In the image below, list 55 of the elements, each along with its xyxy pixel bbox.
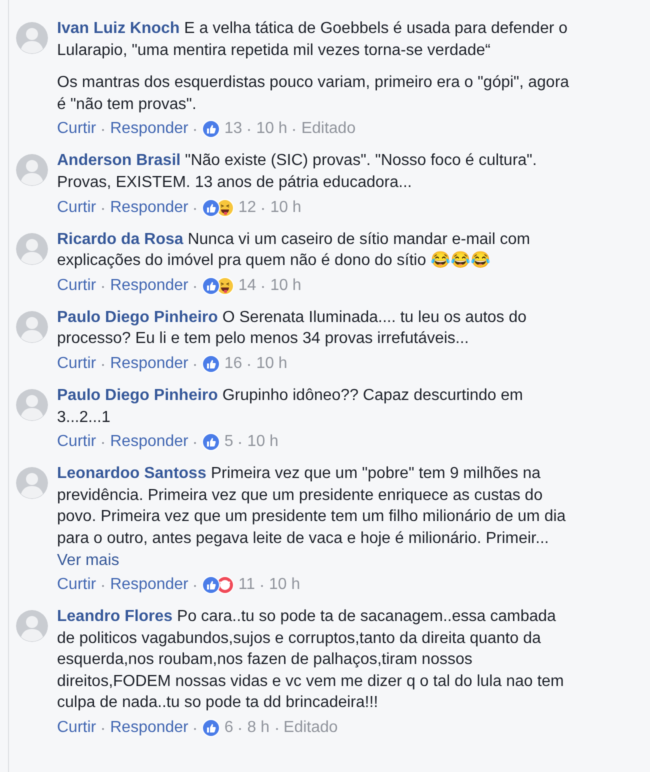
comment-text: Anderson Brasil "Não existe (SIC) provas". "Nosso foco é cultura". Provas, EXISTEM. 13 anos de pátria educadora... xyxy=(57,151,538,193)
action-link[interactable]: Curtir xyxy=(57,576,96,594)
action-link[interactable]: Responder xyxy=(110,120,188,138)
thumbs-up-icon[interactable] xyxy=(202,198,220,217)
reaction-count[interactable]: 12 xyxy=(238,198,256,217)
reaction-count[interactable]: 6 xyxy=(224,719,234,738)
comment-text: Os mantras dos esquerdistas pouco variam, primeiro era o "gópi", agora é "não tem provas". xyxy=(57,73,570,115)
author-link[interactable]: Paulo Diego Pinheiro xyxy=(57,386,218,404)
action-link[interactable]: Curtir xyxy=(57,719,96,738)
action-link[interactable]: Curtir xyxy=(57,433,96,452)
thumbs-up-icon[interactable] xyxy=(202,120,220,138)
comment-text: Ricardo da Rosa Nunca vi um caseiro de sítio mandar e-mail com explicações do imóvel pra quem não é dono do sítio 😂😂😂 xyxy=(57,230,532,272)
action-link[interactable]: Curtir xyxy=(57,198,96,217)
author-link[interactable]: Anderson Brasil xyxy=(57,152,181,170)
timestamp[interactable]: 10 h xyxy=(269,576,300,594)
comment-text: Paulo Diego Pinheiro Grupinho idôneo?? Capaz descurtindo em 3...2...1 xyxy=(57,386,524,428)
comment-text: Paulo Diego Pinheiro O Serenata Iluminada.... tu leu os autos do processo? Eu li e tem pelo menos 34 provas irrefutáveis... xyxy=(57,308,528,350)
edited-label[interactable]: Editado xyxy=(301,120,356,138)
thumbs-up-icon[interactable] xyxy=(202,354,220,373)
laughing-face-icon[interactable] xyxy=(216,198,234,217)
action-link[interactable]: Responder xyxy=(110,354,188,373)
author-link[interactable]: Leonardoo Santoss xyxy=(57,465,206,482)
author-link[interactable]: Ivan Luiz Knoch xyxy=(57,20,180,37)
action-link[interactable]: Responder xyxy=(110,433,188,452)
reaction-count[interactable]: 13 xyxy=(224,120,242,138)
thumbs-up-icon[interactable] xyxy=(202,576,220,594)
thumbs-up-icon[interactable] xyxy=(202,276,220,295)
action-link[interactable]: Curtir xyxy=(57,354,96,373)
edited-label[interactable]: Editado xyxy=(284,719,338,738)
action-link[interactable]: Responder xyxy=(110,198,188,217)
comment-text: Leonardoo Santoss Primeira vez que um "pobre" tem 9 milhões na previdência. Primeira vez que um presidente enriquece as custas do povo. Primeira vez que um presidente tem um filho milionário de um dia para o outro, antes pegava leite de vaca e hoje é milionário. Primeir... Ver mais xyxy=(57,464,567,570)
timestamp[interactable]: 10 h xyxy=(270,276,302,295)
timestamp[interactable]: 10 h xyxy=(256,120,288,138)
comment-text: Leandro Flores Po cara..tu so pode ta de sacanagem..essa cambada de politicos vagabundos,sujos e corruptos,tanto da direita quanto da esquerda,nos roubam,nos fazen de palhaços,tiram nossos direitos,FODEM nossas vidas e vc vem me dizer q o tal do lula nao tem culpa de nada..tu so pode ta dd brincadeira!!! xyxy=(57,607,565,714)
timestamp[interactable]: 8 h xyxy=(247,719,270,738)
action-link[interactable]: Responder xyxy=(110,719,188,738)
action-link[interactable]: Responder xyxy=(110,576,188,594)
see-more-link[interactable]: Ver mais xyxy=(57,552,120,568)
reaction-count[interactable]: 5 xyxy=(224,433,234,452)
comment-text: Ivan Luiz Knoch E a velha tática de Goebbels é usada para defender o Lularapio, "uma mentira repetida mil vezes torna-se verdade“ xyxy=(57,19,569,61)
author-link[interactable]: Leandro Flores xyxy=(57,608,173,626)
author-link[interactable]: Paulo Diego Pinheiro xyxy=(57,308,218,326)
reaction-count[interactable]: 11 xyxy=(238,576,255,594)
action-link[interactable]: Curtir xyxy=(57,276,96,295)
thumbs-up-icon[interactable] xyxy=(202,433,220,452)
timestamp[interactable]: 10 h xyxy=(247,433,278,452)
reaction-count[interactable]: 14 xyxy=(238,276,256,295)
timestamp[interactable]: 10 h xyxy=(270,198,302,217)
laughing-face-icon[interactable] xyxy=(216,276,234,295)
thumbs-up-icon[interactable] xyxy=(202,719,220,738)
timestamp[interactable]: 10 h xyxy=(256,354,288,373)
action-link[interactable]: Responder xyxy=(110,276,188,295)
author-link[interactable]: Ricardo da Rosa xyxy=(57,230,184,248)
action-link[interactable]: Curtir xyxy=(57,120,96,138)
reaction-count[interactable]: 16 xyxy=(224,354,242,373)
